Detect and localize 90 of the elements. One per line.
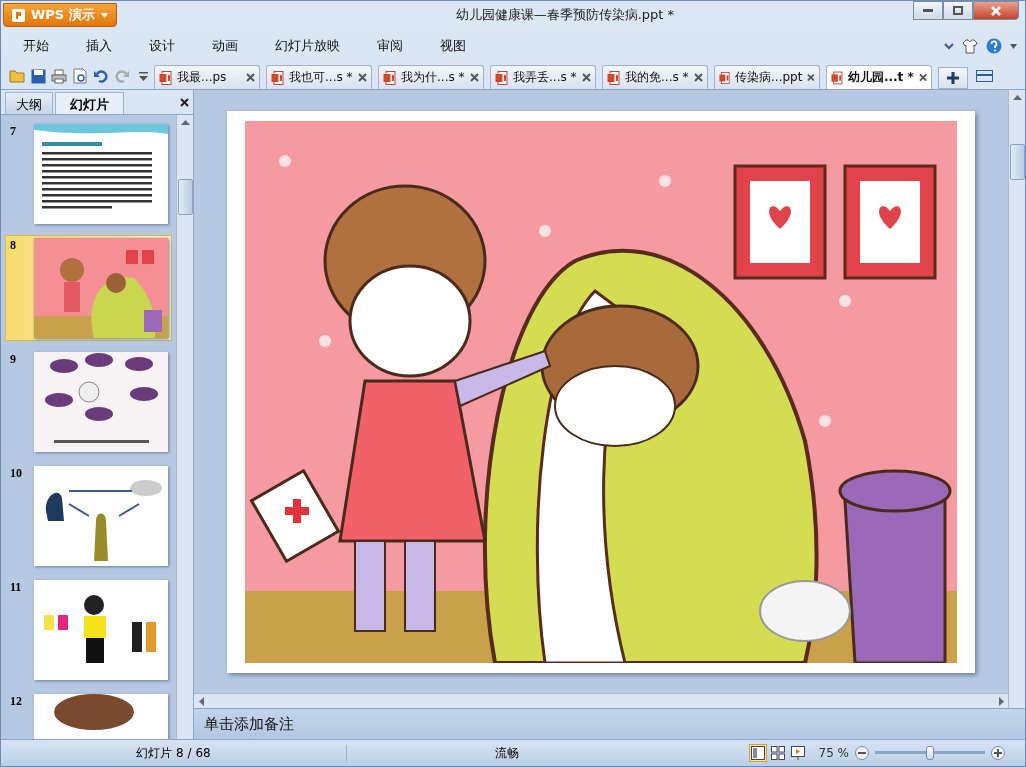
- slide-list-item[interactable]: 12: [5, 691, 172, 739]
- menu-item[interactable]: 设计: [139, 33, 186, 59]
- arrow-up-icon: [1012, 94, 1022, 100]
- slide-list-item[interactable]: 10: [5, 463, 172, 569]
- zoom-level: 75 %: [818, 746, 849, 760]
- close-icon[interactable]: [358, 73, 367, 82]
- slider-thumb[interactable]: [926, 746, 934, 760]
- close-icon[interactable]: [246, 73, 255, 82]
- presentation-file-icon: [383, 70, 396, 85]
- normal-view-icon: [750, 746, 765, 760]
- slide-number: 11: [10, 580, 23, 596]
- dropdown-caret-icon[interactable]: [1010, 43, 1017, 49]
- slide-list-item[interactable]: 9: [5, 349, 172, 455]
- slide-list-item[interactable]: 11: [5, 577, 172, 683]
- document-tab[interactable]: 我为什...s *: [378, 65, 484, 89]
- close-button[interactable]: [973, 1, 1019, 20]
- presentation-file-icon: [831, 70, 843, 85]
- menu-item[interactable]: 动画: [202, 33, 249, 59]
- slide-list-item[interactable]: 8: [5, 235, 172, 341]
- maximize-icon: [953, 6, 963, 15]
- panel-tab[interactable]: 幻灯片: [55, 92, 124, 114]
- shirt-icon[interactable]: [962, 38, 978, 54]
- document-tab[interactable]: 幼儿园...t *: [826, 65, 932, 89]
- close-icon[interactable]: [582, 73, 591, 82]
- slide-thumbnail[interactable]: [34, 580, 168, 680]
- slide-number: 9: [10, 352, 17, 368]
- save-icon[interactable]: [30, 68, 46, 84]
- close-icon[interactable]: [918, 73, 927, 82]
- customize-toolbar-icon[interactable]: [138, 71, 148, 81]
- window-title: 幼儿园健康课—春季预防传染病.ppt *: [454, 6, 676, 24]
- presentation-file-icon: [271, 70, 284, 85]
- plus-icon: [947, 72, 959, 84]
- arrow-up-icon: [180, 119, 190, 125]
- minimize-button[interactable]: [913, 1, 943, 20]
- minus-icon: [858, 752, 866, 754]
- document-tab[interactable]: 我最...ps: [154, 65, 260, 89]
- scrollbar-thumb[interactable]: [1009, 144, 1025, 180]
- new-tab-button[interactable]: [938, 67, 968, 89]
- menu-item[interactable]: 插入: [76, 33, 123, 59]
- close-icon[interactable]: [470, 73, 479, 82]
- arrow-right-icon: [998, 696, 1004, 706]
- grid-view-icon: [770, 746, 785, 760]
- document-tab[interactable]: 我弄丢...s *: [490, 65, 596, 89]
- view-button[interactable]: [768, 744, 787, 762]
- menu-item[interactable]: 幻灯片放映: [265, 33, 351, 59]
- dropdown-caret-icon: [100, 12, 108, 18]
- close-icon: [991, 5, 1001, 16]
- document-tab[interactable]: 传染病...ppt: [714, 65, 820, 89]
- close-icon[interactable]: [180, 97, 189, 107]
- app-logo-icon: [12, 8, 25, 22]
- slide-thumbnail[interactable]: [34, 124, 168, 224]
- slide-thumbnail[interactable]: [34, 352, 168, 452]
- undo-icon[interactable]: [94, 69, 108, 83]
- slide-number: 10: [10, 466, 23, 482]
- slideshow-icon: [790, 746, 805, 760]
- window-list-icon[interactable]: [975, 70, 993, 82]
- print-icon[interactable]: [51, 68, 67, 84]
- print-preview-icon[interactable]: [72, 68, 88, 84]
- panel-tab[interactable]: 大纲: [5, 92, 53, 114]
- scrollbar-thumb[interactable]: [177, 179, 193, 215]
- minimize-icon: [923, 9, 933, 12]
- close-icon[interactable]: [807, 73, 815, 82]
- chevron-down-icon[interactable]: [944, 42, 954, 50]
- menu-item[interactable]: 开始: [13, 33, 60, 59]
- help-icon[interactable]: [986, 38, 1002, 54]
- view-button[interactable]: [748, 744, 767, 762]
- view-button[interactable]: [788, 744, 807, 762]
- document-tab[interactable]: 我也可...s *: [266, 65, 372, 89]
- slide-thumbnail[interactable]: [34, 466, 168, 566]
- maximize-button[interactable]: [943, 1, 973, 20]
- slide-number: 7: [10, 124, 17, 140]
- slide-number: 12: [10, 694, 23, 710]
- zoom-in-button[interactable]: [991, 746, 1005, 760]
- presentation-file-icon: [495, 70, 508, 85]
- presentation-file-icon: [719, 70, 730, 85]
- presentation-file-icon: [607, 70, 620, 85]
- slide-number: 8: [10, 238, 17, 254]
- slide-list-item[interactable]: 7: [5, 121, 172, 227]
- menu-item[interactable]: 视图: [430, 33, 477, 59]
- zoom-out-button[interactable]: [855, 746, 869, 760]
- menu-item[interactable]: 审阅: [367, 33, 414, 59]
- notes-field[interactable]: 单击添加备注: [194, 708, 1025, 739]
- presentation-file-icon: [159, 70, 172, 85]
- slide-thumbnail[interactable]: [34, 238, 168, 338]
- arrow-left-icon: [198, 696, 204, 706]
- theme-name: 流畅: [346, 744, 667, 762]
- document-tab[interactable]: 我的免...s *: [602, 65, 708, 89]
- plus-icon: [994, 749, 1002, 757]
- slide-counter: 幻灯片 8 / 68: [135, 744, 212, 762]
- close-icon[interactable]: [694, 73, 703, 82]
